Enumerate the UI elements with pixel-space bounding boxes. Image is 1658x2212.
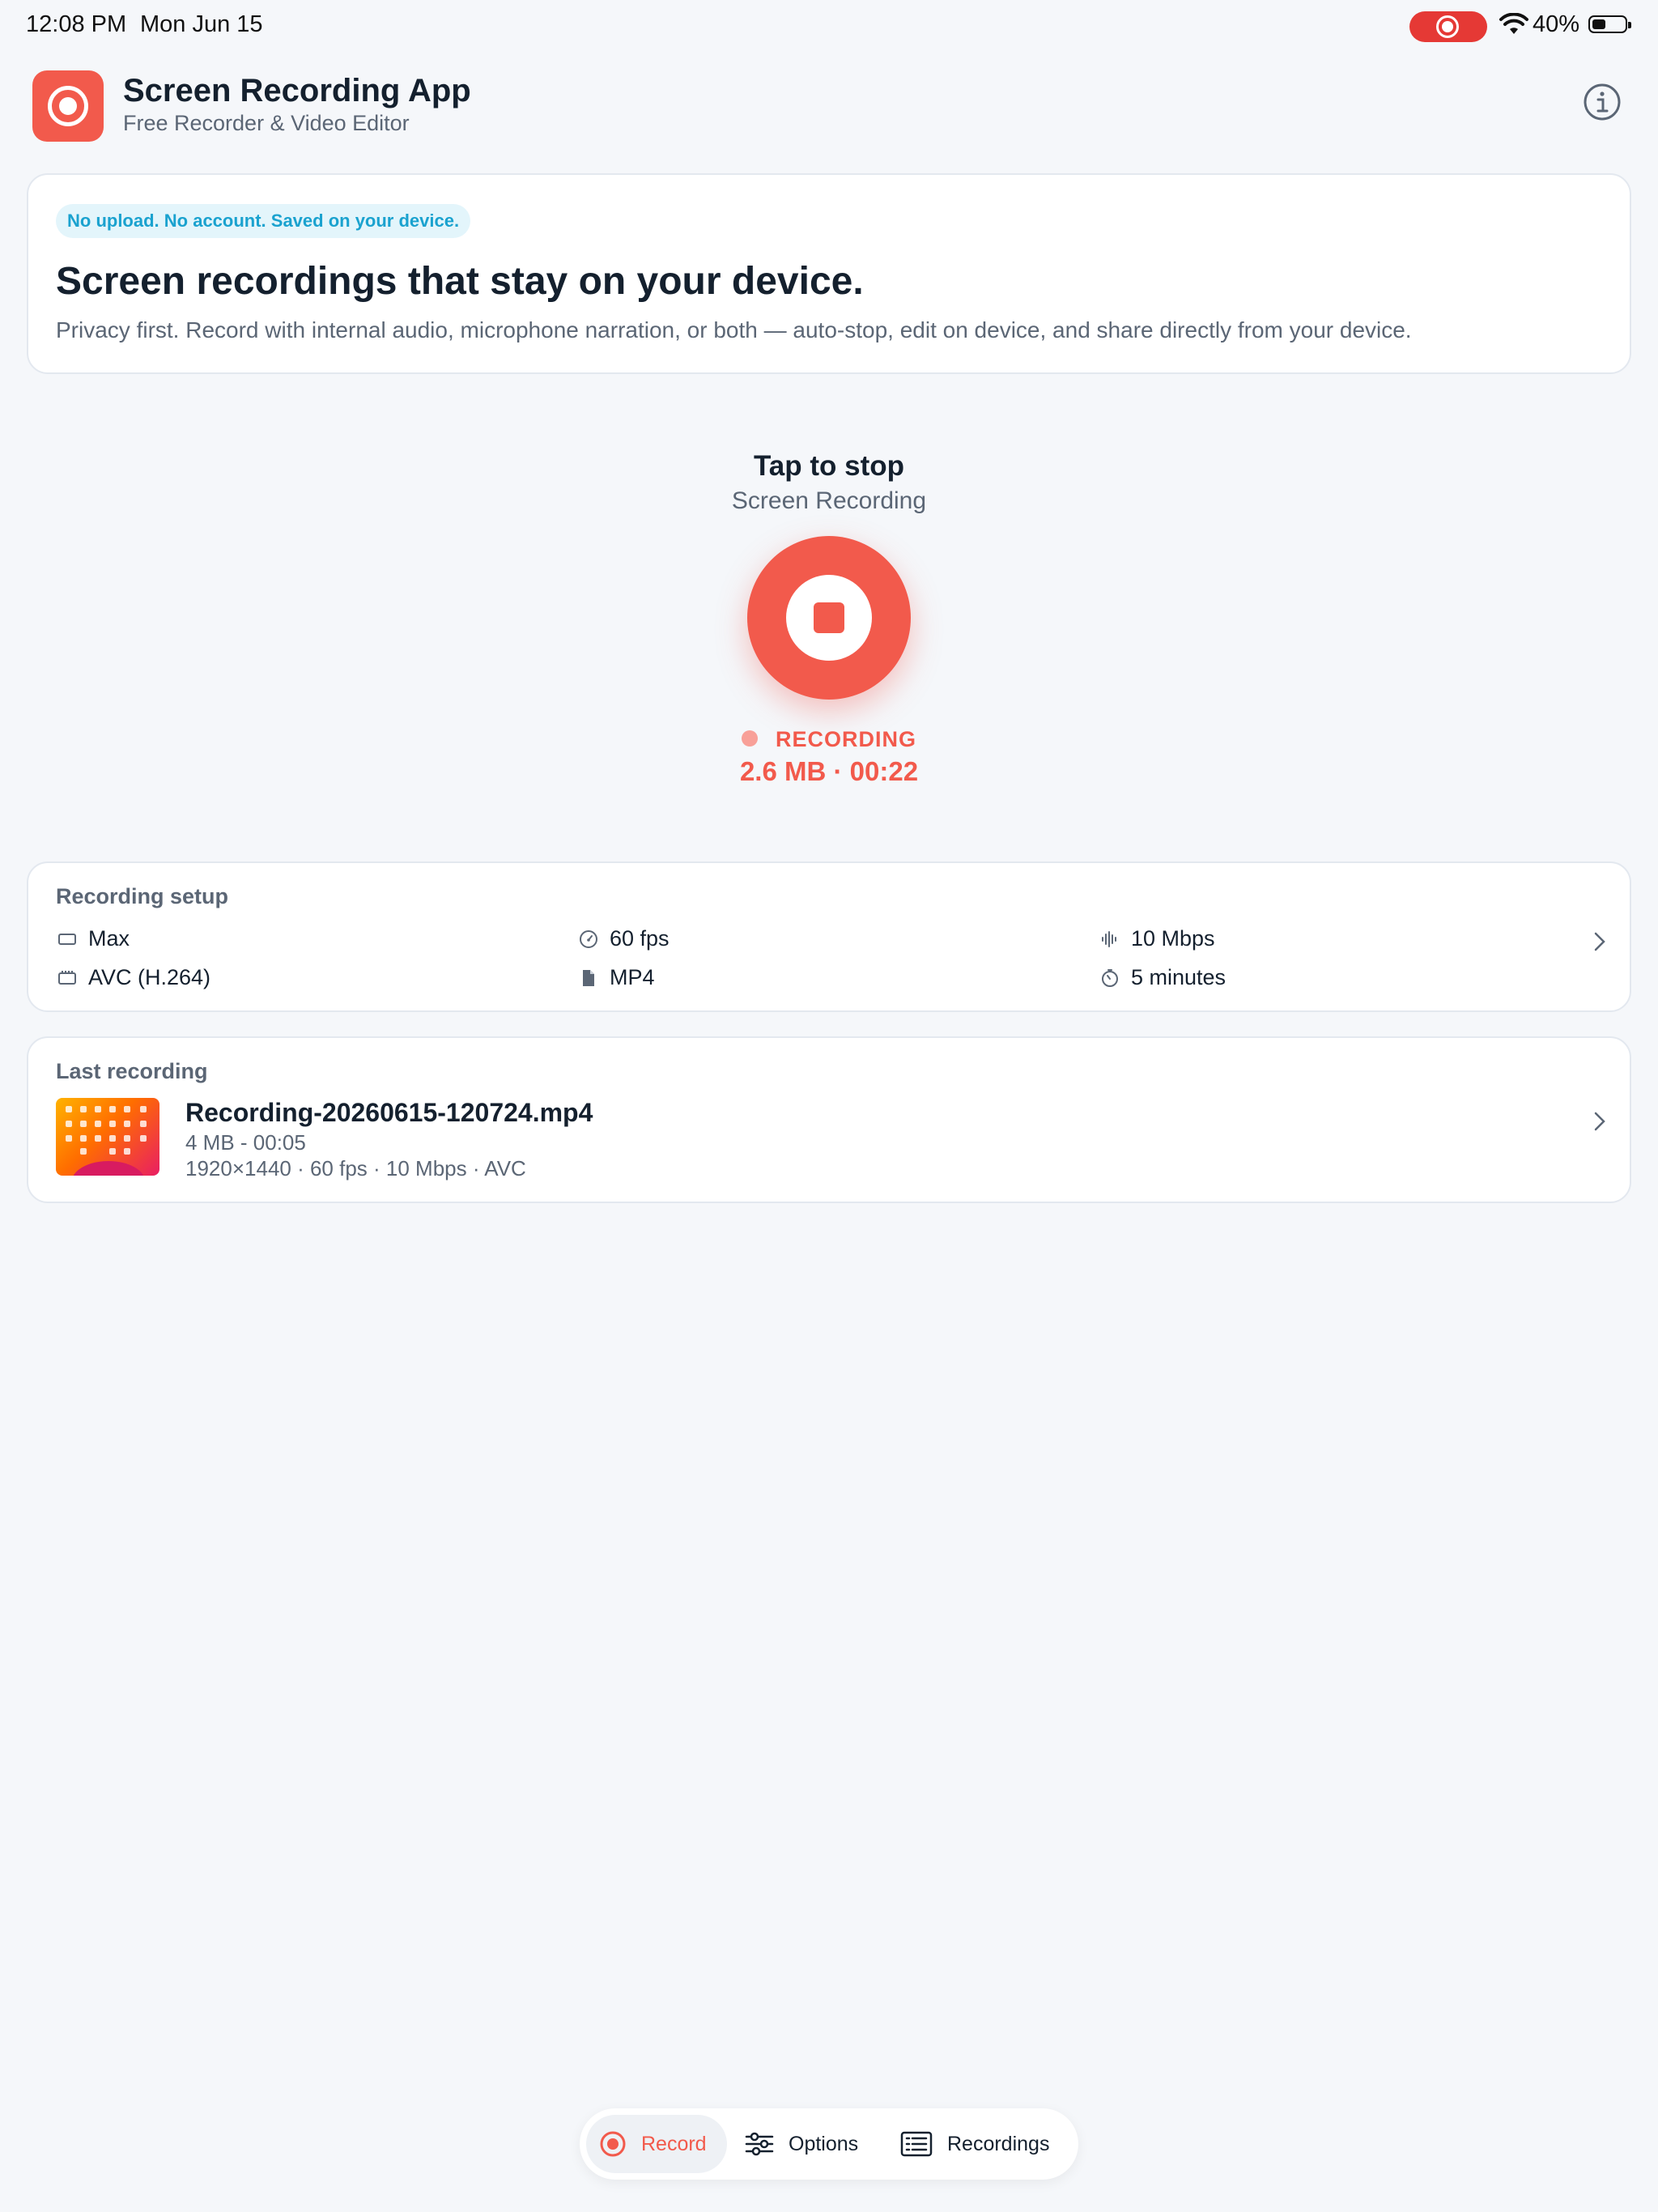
screen-icon: [58, 933, 76, 945]
timer-icon: [1102, 968, 1118, 987]
battery-percent: 40%: [1533, 11, 1580, 37]
recorder-subtitle: Screen Recording: [731, 487, 927, 514]
recording-specs: 1920×1440 · 60 fps · 10 Mbps · AVC: [185, 1156, 526, 1180]
info-icon[interactable]: [1583, 83, 1622, 121]
hero-title: Screen recordings that stay on your devi…: [56, 260, 864, 303]
status-date: Mon Jun 15: [140, 11, 263, 37]
list-icon: [900, 2131, 933, 2157]
setup-label: Recording setup: [56, 884, 229, 908]
waveform-icon: [1102, 930, 1116, 947]
spec-auto-stop: 5 minutes: [1100, 965, 1226, 990]
privacy-card: No upload. No account. Saved on your dev…: [27, 173, 1631, 374]
hero-description: Privacy first. Record with internal audi…: [56, 317, 1412, 342]
recording-dot-icon: [741, 730, 758, 747]
screen-recording-indicator[interactable]: [1409, 11, 1487, 42]
tab-recordings[interactable]: Recordings: [900, 2115, 1049, 2173]
record-icon: [600, 2131, 626, 2157]
spec-format: MP4: [579, 965, 655, 990]
privacy-badge: No upload. No account. Saved on your dev…: [56, 204, 471, 238]
stop-icon: [814, 602, 844, 633]
tab-options[interactable]: Options: [745, 2115, 858, 2173]
sliders-icon: [745, 2132, 774, 2156]
app-title: Screen Recording App: [123, 73, 471, 108]
recording-thumbnail: [56, 1098, 159, 1176]
app-subtitle: Free Recorder & Video Editor: [123, 111, 410, 135]
recorder-title: Tap to stop: [754, 450, 904, 482]
spec-codec: AVC (H.264): [57, 965, 210, 990]
wifi-icon: [1499, 13, 1528, 34]
last-recording-label: Last recording: [56, 1059, 208, 1083]
spec-resolution: Max: [57, 926, 130, 951]
app-logo: [32, 70, 104, 142]
battery-icon: [1588, 15, 1631, 33]
recording-stats: 2.6 MB · 00:22: [739, 756, 919, 786]
recording-status: RECORDING: [0, 727, 1658, 752]
stop-recording-button[interactable]: [747, 536, 911, 700]
spec-fps: 60 fps: [579, 926, 670, 951]
file-icon: [583, 969, 594, 986]
speedometer-icon: [580, 929, 597, 948]
recording-setup-card[interactable]: Recording setup Max AVC (H.264) 60 fps M…: [27, 861, 1631, 1012]
tab-record[interactable]: Record: [586, 2115, 727, 2173]
spec-bitrate: 10 Mbps: [1100, 926, 1215, 951]
chevron-right-icon: [1594, 932, 1605, 951]
status-time: 12:08 PM: [26, 11, 127, 37]
recording-size-duration: 4 MB - 00:05: [185, 1130, 306, 1155]
tab-bar: Record Options Recordings: [580, 2108, 1078, 2180]
chevron-right-icon: [1594, 1112, 1605, 1131]
chip-icon: [58, 970, 76, 985]
status-bar: 12:08 PM Mon Jun 15 40%: [0, 0, 1658, 52]
recording-filename: Recording-20260615-120724.mp4: [185, 1098, 593, 1127]
last-recording-card[interactable]: Last recording Recording-20260615-120724…: [27, 1036, 1631, 1203]
